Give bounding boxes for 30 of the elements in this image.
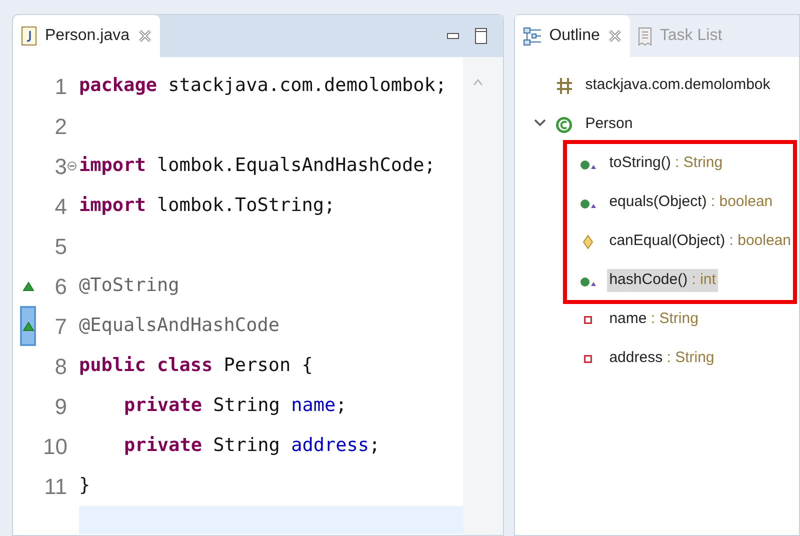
line-number: 4 (54, 192, 67, 220)
tree-item[interactable]: toString() : String (607, 152, 725, 175)
code-line: } (79, 474, 90, 498)
line-number: 3 (54, 152, 67, 180)
panel-tab[interactable]: Outline (515, 15, 630, 57)
code-line: public class Person { (79, 354, 313, 378)
tree-item[interactable]: name : String (607, 308, 700, 331)
line-number: 9 (54, 392, 67, 420)
code-line: @ToString (79, 274, 180, 298)
line-number: 2 (54, 112, 67, 140)
code-line: import lombok.ToString; (79, 194, 336, 218)
editor-tab[interactable]: Person.java (13, 15, 160, 57)
tree-item[interactable]: equals(Object) : boolean (607, 191, 775, 214)
line-number: 7 (54, 312, 67, 340)
line-number: 6 (54, 272, 67, 300)
code-line: import lombok.EqualsAndHashCode; (79, 154, 436, 178)
line-number: 8 (54, 352, 67, 380)
code-line: private String name; (123, 394, 347, 418)
line-number: 5 (54, 232, 67, 260)
tree-item[interactable]: Person (583, 113, 635, 136)
tree-item[interactable]: stackjava.com.demolombok (583, 74, 772, 97)
code-line: @EqualsAndHashCode (79, 314, 280, 338)
line-number: 1 (54, 72, 67, 100)
code-line: private String address; (123, 434, 380, 458)
line-number: 10 (43, 432, 67, 460)
code-line: package stackjava.com.demolombok; (79, 74, 447, 98)
tree-item[interactable]: canEqual(Object) : boolean (607, 230, 793, 253)
tree-item[interactable]: address : String (607, 347, 716, 370)
line-number: 11 (43, 472, 67, 500)
tree-item[interactable]: hashCode() : int (607, 269, 718, 292)
